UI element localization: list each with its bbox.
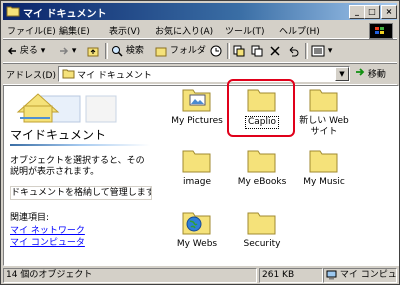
my-computer-icon [326, 270, 337, 279]
back-button[interactable]: 戻る ▾ [7, 43, 45, 59]
folder-label: Security [243, 239, 281, 249]
menu-bar: ファイル(E) 編集(E) 表示(V) お気に入り(A) ツール(T) ヘルプ(… [3, 22, 397, 39]
status-location: マイ コンピュータ [323, 268, 397, 283]
search-label: 検索 [125, 46, 144, 56]
pane-description: オブジェクトを選択すると、その説明が表示されます。 [10, 156, 145, 177]
back-arrow-icon [7, 46, 16, 55]
folder-icon [247, 212, 276, 235]
pictures-folder-icon [182, 89, 211, 112]
related-heading: 関連項目: [10, 213, 50, 223]
folder-label: My eBooks [237, 177, 287, 187]
menu-tools[interactable]: ツール(T) [225, 24, 265, 37]
delete-button[interactable] [269, 43, 281, 59]
address-value: マイ ドキュメント [77, 71, 152, 81]
go-label: 移動 [367, 70, 386, 80]
folder-item[interactable]: 新しい Web サイト [294, 86, 354, 138]
views-icon [311, 45, 325, 56]
folder-item[interactable]: My Music [294, 147, 354, 188]
folders-icon [155, 47, 167, 56]
explorer-window: マイ ドキュメント _ □ × ファイル(E) 編集(E) 表示(V) お気に入… [0, 0, 400, 285]
status-location-label: マイ コンピュータ [339, 270, 397, 280]
move-to-icon [233, 45, 245, 56]
copy-to-button[interactable] [251, 43, 263, 59]
undo-icon [289, 46, 299, 56]
window-title: マイ ドキュメント [23, 9, 107, 20]
delete-icon [270, 45, 280, 56]
undo-button[interactable] [287, 43, 299, 59]
folder-icon [309, 150, 338, 173]
address-bar: アドレス(D) マイ ドキュメント ▼ 移動 [3, 63, 397, 85]
go-arrow-icon [356, 68, 365, 76]
minimize-button[interactable]: _ [349, 5, 365, 19]
copy-to-icon [251, 45, 263, 56]
content-area: マイドキュメント オブジェクトを選択すると、その説明が表示されます。 ドキュメン… [3, 85, 399, 266]
address-label: アドレス(D) [6, 71, 56, 81]
link-my-computer[interactable]: マイ コンピュータ [10, 235, 85, 248]
search-button[interactable]: 検索 [111, 43, 144, 59]
forward-button[interactable]: ▾ [59, 43, 76, 59]
folder-item[interactable]: Security [232, 209, 292, 250]
status-size: 261 KB [259, 268, 323, 283]
move-to-button[interactable] [233, 43, 245, 59]
toolbar-separator [305, 43, 308, 59]
maximize-button[interactable]: □ [364, 5, 380, 19]
folder-label: My Webs [176, 239, 218, 249]
folder-icon [309, 89, 338, 112]
toolbar: 戻る ▾ ▾ 検索 フォルダ ▾ [3, 39, 397, 63]
toolbar-separator [227, 43, 230, 59]
menu-file[interactable]: ファイル(E) [7, 24, 56, 37]
my-documents-banner-icon [10, 88, 150, 124]
folder-icon [182, 150, 211, 173]
address-dropdown-button[interactable]: ▼ [335, 67, 349, 81]
search-icon [112, 45, 123, 57]
status-bar: 14 個のオブジェクト 261 KB マイ コンピュータ [3, 267, 397, 283]
folder-label: My Music [303, 177, 345, 187]
status-object-count: 14 個のオブジェクト [3, 268, 257, 283]
forward-arrow-icon [60, 46, 69, 55]
windows-logo-icon [369, 23, 393, 39]
folders-label: フォルダ [169, 46, 206, 56]
toolbar-separator [105, 43, 108, 59]
webs-folder-icon [182, 212, 211, 235]
folder-item[interactable]: My eBooks [232, 147, 292, 188]
back-label: 戻る [19, 46, 38, 56]
folders-button[interactable]: フォルダ [155, 43, 206, 59]
folder-icon [247, 150, 276, 173]
folder-item[interactable]: image [167, 147, 227, 188]
folder-item[interactable]: My Webs [167, 209, 227, 250]
menu-favorites[interactable]: お気に入り(A) [155, 24, 213, 37]
menu-view[interactable]: 表示(V) [109, 24, 140, 37]
address-field[interactable]: マイ ドキュメント ▼ [58, 66, 350, 82]
up-folder-icon [87, 47, 99, 56]
close-button[interactable]: × [381, 5, 397, 19]
highlight-annotation [227, 79, 295, 137]
info-pane: マイドキュメント オブジェクトを選択すると、その説明が表示されます。 ドキュメン… [4, 86, 154, 265]
folder-label: 新しい Web サイト [299, 116, 349, 137]
folder-label: My Pictures [171, 116, 223, 126]
pane-status-text: ドキュメントを格納して管理します [10, 186, 152, 200]
menu-edit[interactable]: 編集(E) [59, 24, 90, 37]
folder-icon [6, 6, 20, 17]
up-folder-button[interactable] [87, 43, 99, 59]
pane-divider [10, 144, 150, 146]
history-button[interactable] [210, 43, 222, 59]
folder-icon [62, 69, 75, 79]
go-button[interactable]: 移動 [355, 67, 386, 80]
title-bar[interactable]: マイ ドキュメント _ □ × [3, 3, 397, 20]
views-button[interactable]: ▾ [311, 43, 332, 59]
menu-help[interactable]: ヘルプ(H) [279, 24, 320, 37]
folder-label: image [182, 177, 212, 187]
pane-title: マイドキュメント [10, 128, 107, 142]
history-icon [210, 45, 222, 56]
folder-item[interactable]: My Pictures [167, 86, 227, 127]
